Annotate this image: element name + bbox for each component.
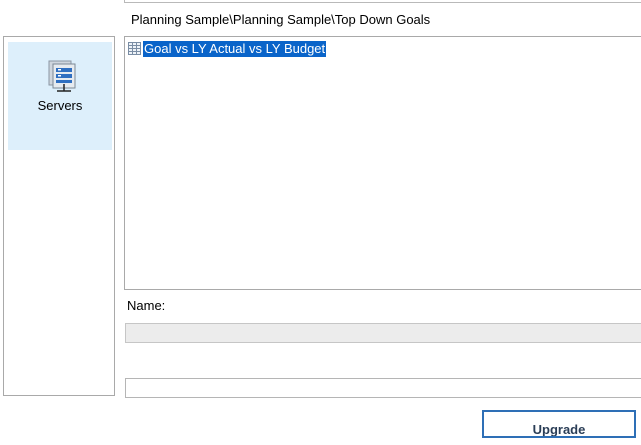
name-field[interactable] (125, 323, 641, 343)
top-list-edge (124, 0, 641, 3)
report-tree[interactable]: Goal vs LY Actual vs LY Budget (124, 36, 641, 290)
grid-icon (128, 42, 141, 55)
tree-item-label: Goal vs LY Actual vs LY Budget (143, 40, 327, 57)
upgrade-button[interactable]: Upgrade (482, 410, 636, 438)
upgrade-button-label: Upgrade (532, 421, 586, 437)
description-field[interactable] (125, 378, 641, 398)
tree-item-report[interactable]: Goal vs LY Actual vs LY Budget (128, 40, 327, 57)
server-icon (46, 59, 82, 95)
sidebar-panel: Servers (3, 36, 115, 396)
sidebar-item-servers[interactable]: Servers (8, 42, 112, 150)
upgrade-dialog: Planning Sample\Planning Sample\Top Down… (0, 0, 641, 445)
sidebar-item-label: Servers (37, 98, 83, 113)
name-label: Name: (127, 298, 166, 313)
breadcrumb: Planning Sample\Planning Sample\Top Down… (131, 12, 431, 27)
